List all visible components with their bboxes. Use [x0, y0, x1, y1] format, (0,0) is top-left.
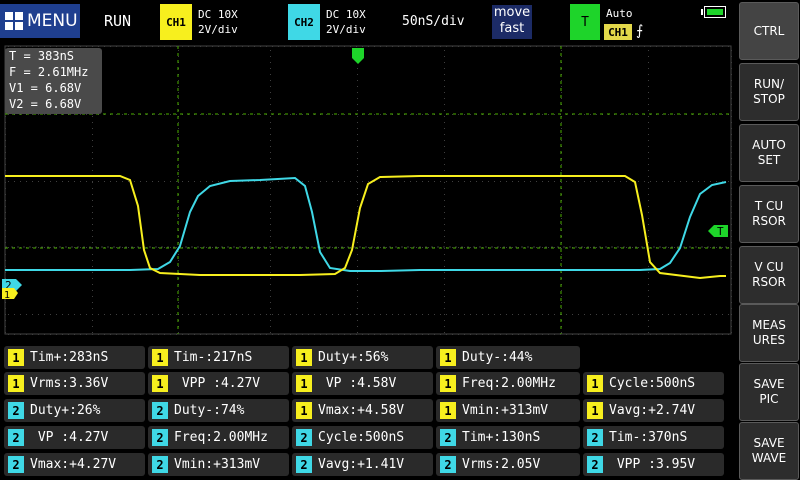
measure-item[interactable]: 2 Vavg:+1.41V [292, 453, 433, 476]
menu-button[interactable]: MENU [0, 4, 80, 38]
measure-item[interactable]: 1 Tim-:217nS [148, 346, 289, 369]
side-button-panel: CTRL RUN/ STOP AUTO SET T CU RSOR V CU R… [739, 0, 800, 480]
ch1-scale: 2V/div [198, 23, 238, 36]
trigger-source: CH1 [604, 24, 632, 40]
menu-grid-icon [5, 12, 23, 30]
measure-item[interactable]: 1 Duty-:44% [436, 346, 580, 369]
measure-item[interactable]: 2 Tim-:370nS [583, 426, 724, 449]
ch1-waveform [5, 175, 726, 280]
t-cursor-button[interactable]: T CU RSOR [739, 185, 799, 243]
ch1-coupling: DC 10X [198, 8, 238, 21]
measure-item[interactable]: 1 Vavg:+2.74V [583, 399, 724, 422]
run-state[interactable]: RUN [104, 12, 131, 30]
measure-item[interactable]: 2 Vmax:+4.27V [4, 453, 145, 476]
cursors [5, 46, 731, 334]
measure-item[interactable]: 2 Vrms:2.05V [436, 453, 580, 476]
readout-v2: V2 = 6.68V [9, 97, 82, 111]
waveform-display[interactable]: T 2 1 [0, 44, 736, 340]
measure-item[interactable]: 1 VPP :4.27V [148, 372, 289, 395]
rising-edge-icon: ⨍ [636, 23, 644, 39]
run-stop-button[interactable]: RUN/ STOP [739, 63, 799, 121]
save-wave-button[interactable]: SAVE WAVE [739, 422, 799, 480]
grid-dots [5, 46, 732, 335]
measure-item[interactable]: 1 Vrms:3.36V [4, 372, 145, 395]
measure-item[interactable]: 2 Cycle:500nS [292, 426, 433, 449]
ch2-tag[interactable]: CH2 [288, 4, 320, 40]
trigger-level-label: T [717, 225, 724, 238]
measure-item[interactable]: 1 Cycle:500nS [583, 372, 724, 395]
measures-button[interactable]: MEAS URES [739, 304, 799, 362]
move-mode-line2: fast [499, 21, 525, 36]
menu-label: MENU [27, 11, 78, 31]
measure-item[interactable]: 1 Tim+:283nS [4, 346, 145, 369]
readout-t: T = 383nS [9, 49, 75, 63]
move-mode-button[interactable]: move fast [492, 5, 532, 39]
measure-item[interactable]: 2 Tim+:130nS [436, 426, 580, 449]
move-mode-line1: move [493, 5, 531, 20]
readout-f: F = 2.61MHz [9, 65, 89, 79]
measure-item[interactable]: 2 Vmin:+313mV [148, 453, 289, 476]
trigger-level-marker: T [708, 225, 728, 238]
v-cursor-button[interactable]: V CU RSOR [739, 246, 799, 304]
battery-icon [701, 6, 726, 18]
ch1-ground-label: 1 [4, 290, 10, 301]
ch1-tag[interactable]: CH1 [160, 4, 192, 40]
readout-v1: V1 = 6.68V [9, 81, 82, 95]
ch2-scale: 2V/div [326, 23, 366, 36]
measure-item[interactable]: 1 Freq:2.00MHz [436, 372, 580, 395]
trigger-tag[interactable]: T [570, 4, 600, 40]
measure-item[interactable]: 2 VPP :3.95V [583, 453, 724, 476]
cursor-readout: T = 383nS F = 2.61MHz V1 = 6.68V V2 = 6.… [5, 48, 102, 114]
measure-item[interactable]: 1 Vmax:+4.58V [292, 399, 433, 422]
timebase[interactable]: 50nS/div [402, 14, 465, 29]
measure-item[interactable]: 1 VP :4.58V [292, 372, 433, 395]
grid [4, 45, 732, 335]
ch2-coupling: DC 10X [326, 8, 366, 21]
measure-item[interactable]: 2 Duty-:74% [148, 399, 289, 422]
top-bar: MENU RUN CH1 DC 10X 2V/div CH2 DC 10X 2V… [0, 0, 736, 44]
save-pic-button[interactable]: SAVE PIC [739, 363, 799, 421]
measure-item[interactable]: 1 Vmin:+313mV [436, 399, 580, 422]
ctrl-button[interactable]: CTRL [739, 2, 799, 60]
trigger-position-marker [352, 48, 364, 64]
measure-item[interactable]: 1 Duty+:56% [292, 346, 433, 369]
measure-item[interactable]: 2 Duty+:26% [4, 399, 145, 422]
measure-item[interactable]: 2 VP :4.27V [4, 426, 145, 449]
trigger-mode: Auto [606, 7, 633, 20]
auto-set-button[interactable]: AUTO SET [739, 124, 799, 182]
measure-item[interactable]: 2 Freq:2.00MHz [148, 426, 289, 449]
